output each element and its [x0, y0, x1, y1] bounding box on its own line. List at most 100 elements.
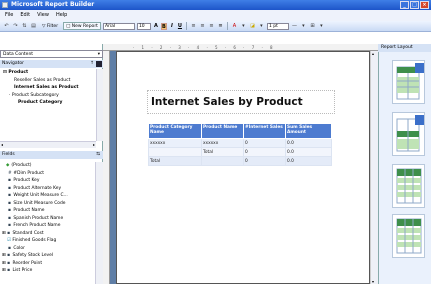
table-cell[interactable]: 0 [243, 156, 286, 166]
design-vertical-scrollbar[interactable]: ▴ ▾ [370, 51, 378, 284]
font-grow-icon[interactable]: A [153, 23, 159, 30]
window-title-bar: Microsoft Report Builder _ □ × [0, 0, 431, 10]
maximize-button[interactable]: □ [410, 1, 419, 9]
table-cell[interactable] [148, 147, 202, 157]
field-item[interactable]: ▪ Spanish Product Name [0, 215, 95, 223]
align-right-icon[interactable]: ≡ [208, 23, 215, 30]
data-source-dropdown[interactable]: Data Content ▾ [0, 50, 103, 58]
scroll-left-icon[interactable]: ◂ [1, 142, 3, 147]
field-item[interactable]: ▪ Weight Unit Measure C... [0, 192, 95, 200]
border-style-icon[interactable]: — [291, 23, 298, 30]
table-cell[interactable]: 0.0 [285, 147, 332, 157]
nav-item-product-subcategory[interactable]: · Product Subcategory [0, 92, 96, 100]
menu-edit[interactable]: Edit [20, 10, 30, 21]
field-item[interactable]: ▪ Product Key [0, 177, 95, 185]
border-color-icon[interactable]: ▾ [300, 23, 307, 30]
expand-icon[interactable]: ⊞ [2, 253, 6, 258]
field-item[interactable]: ⊞ ▪ Standard Cost [0, 230, 95, 238]
expand-icon[interactable]: ⊞ [2, 231, 6, 236]
scroll-up-icon[interactable]: ▴ [372, 51, 374, 56]
borders-icon[interactable]: ⊞ [309, 23, 316, 30]
table-cell[interactable]: xxxxxx [148, 138, 202, 148]
font-color-icon[interactable]: A [231, 23, 238, 30]
back-icon[interactable]: ↶ [3, 23, 10, 30]
layout-chart-icon[interactable] [392, 214, 425, 258]
column-header[interactable]: Product Name [201, 123, 244, 139]
nav-item-reseller-sales[interactable]: Reseller Sales as Product [0, 77, 96, 85]
scroll-right-icon[interactable]: ▸ [93, 142, 95, 147]
column-header[interactable]: #Internet Sales [243, 123, 286, 139]
table-cell[interactable]: 0 [243, 138, 286, 148]
menu-help[interactable]: Help [56, 10, 67, 21]
field-item[interactable]: ▪ Product Name [0, 207, 95, 215]
forward-icon[interactable]: ↷ [12, 23, 19, 30]
report-page[interactable]: Internet Sales by Product Product Catego… [116, 51, 370, 284]
field-item[interactable]: ▪ Color [0, 245, 95, 253]
menu-view[interactable]: View [37, 10, 49, 21]
layout-table-icon[interactable] [392, 60, 425, 104]
field-item[interactable]: ⊞ ▪ Safety Stock Level [0, 252, 95, 260]
navigator-scrollbar[interactable] [96, 69, 103, 141]
nav-item-internet-sales[interactable]: Internet Sales as Product [0, 84, 96, 92]
fields-scrollbar[interactable] [95, 162, 103, 284]
expand-icon[interactable]: ⊞ [2, 261, 6, 266]
table-cell[interactable]: Total [148, 156, 202, 166]
table-cell[interactable] [201, 156, 244, 166]
table-cell[interactable]: 0.0 [285, 138, 332, 148]
nav-item-product[interactable]: ⊟ Product [0, 69, 96, 77]
up-icon[interactable]: ↑ [90, 60, 94, 68]
table-cell[interactable]: xxxxxx [201, 138, 244, 148]
report-title[interactable]: Internet Sales by Product [151, 96, 303, 108]
underline-button[interactable]: U [177, 23, 183, 30]
fields-label: Fields [2, 152, 15, 157]
report-table[interactable]: Product Category Name Product Name #Inte… [148, 123, 332, 166]
fields-options-icon[interactable]: ⇆ [96, 151, 100, 159]
close-button[interactable]: × [420, 1, 429, 9]
layout-matrix-graphic [396, 115, 424, 152]
scroll-down-icon[interactable]: ▾ [372, 279, 374, 284]
field-item[interactable]: ▪ Product Alternate Key [0, 185, 95, 193]
field-item[interactable]: # #Dim Product [0, 170, 95, 178]
field-item[interactable]: ⊞ ▪ List Price [0, 267, 95, 275]
table-cell[interactable]: 0.0 [285, 156, 332, 166]
align-left-icon[interactable]: ≡ [190, 23, 197, 30]
field-item[interactable]: ▪ French Product Name [0, 222, 95, 230]
attribute-icon: ▪ [8, 193, 11, 198]
sort-icon[interactable]: ⇅ [21, 23, 28, 30]
new-report-button[interactable]: □ New Report [63, 22, 101, 30]
column-header[interactable]: Sum Sales Amount [285, 123, 332, 139]
layout-table-graphic [396, 63, 424, 100]
field-item[interactable]: ▪ Size Unit Measure Code [0, 200, 95, 208]
border-width-select[interactable]: 1 pt [266, 22, 289, 30]
attribute-icon: ▪ [7, 260, 11, 266]
italic-button[interactable]: I [169, 23, 175, 30]
layout-matrix-icon[interactable] [392, 112, 425, 156]
fill-color-icon[interactable]: ◪ [249, 23, 256, 30]
tree-line-icon: · [9, 92, 11, 98]
fill-color-dropdown-icon[interactable]: ▾ [258, 23, 265, 30]
attribute-icon: ▪ [8, 223, 11, 228]
navigator-horizontal-scrollbar[interactable]: ◂ ▸ [0, 141, 96, 148]
justify-icon[interactable]: ≣ [217, 23, 224, 30]
font-color-dropdown-icon[interactable]: ▾ [240, 23, 247, 30]
font-name-select[interactable]: Arial [102, 22, 135, 30]
table-cell[interactable]: Total [201, 147, 244, 157]
collapse-icon[interactable]: ⊟ [3, 70, 7, 75]
expand-icon[interactable]: ⊞ [2, 268, 6, 273]
field-item[interactable]: ◆ (Product) [0, 162, 95, 170]
field-item[interactable]: ☑ Finished Goods Flag [0, 237, 95, 245]
table-cell[interactable]: 0 [243, 147, 286, 157]
align-center-icon[interactable]: ≡ [199, 23, 206, 30]
minimize-button[interactable]: _ [400, 1, 409, 9]
column-header[interactable]: Product Category Name [148, 123, 202, 139]
menu-file[interactable]: File [5, 10, 13, 21]
layout-list-icon[interactable] [392, 164, 425, 208]
borders-dropdown-icon[interactable]: ▾ [318, 23, 325, 30]
field-item[interactable]: ⊞ ▪ Reorder Point [0, 260, 95, 268]
font-size-select[interactable]: 10 [136, 22, 151, 30]
nav-item-product-category[interactable]: Product Category [0, 99, 96, 107]
group-icon[interactable]: ▤ [30, 23, 37, 30]
close-panel-icon[interactable] [96, 61, 102, 67]
bold-button[interactable]: B [160, 22, 167, 30]
filter-button[interactable]: ▽ Filter [39, 22, 61, 30]
